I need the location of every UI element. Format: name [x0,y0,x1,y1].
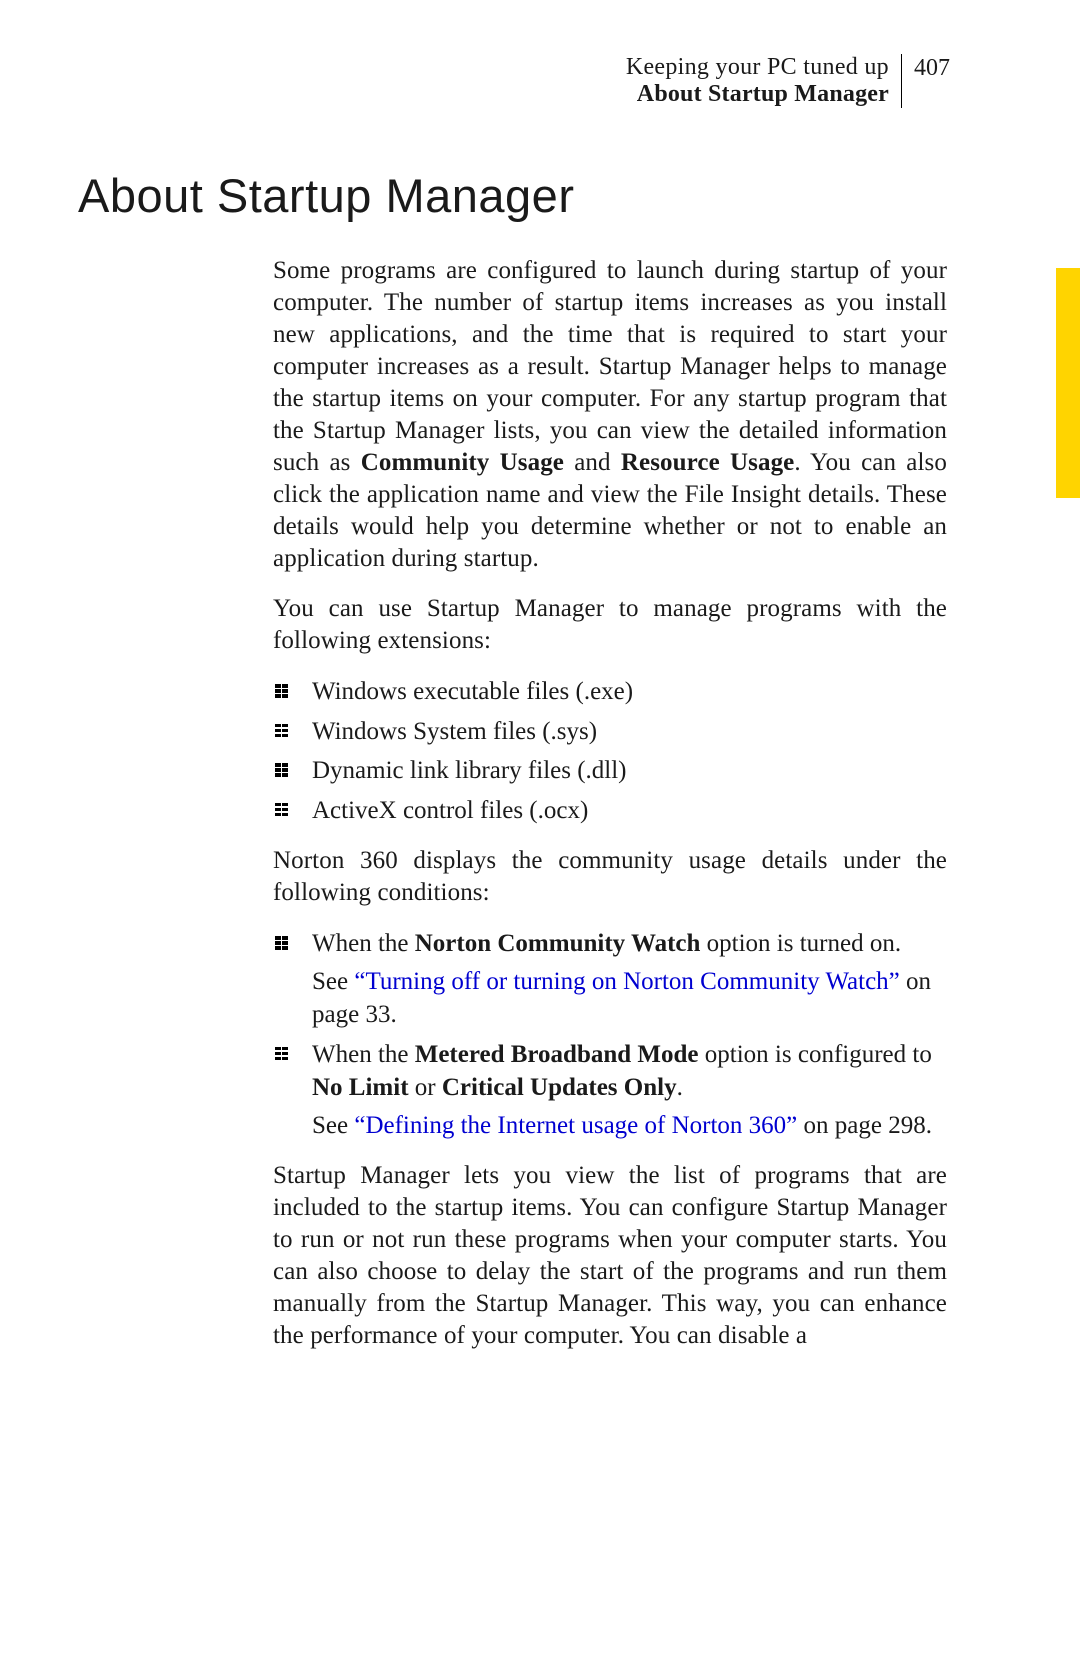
conditions-intro: Norton 360 displays the community usage … [273,845,947,909]
condition-text: When the Norton Community Watch option i… [312,927,947,961]
chapter-tab-marker [1056,268,1080,498]
page-title: About Startup Manager [78,168,1002,223]
list-item: When the Metered Broadband Mode option i… [273,1038,947,1143]
cross-reference: See “Defining the Internet usage of Nort… [312,1109,947,1143]
extensions-intro: You can use Startup Manager to manage pr… [273,593,947,657]
running-head-section: About Startup Manager [626,81,889,108]
condition-text: When the Metered Broadband Mode option i… [312,1038,947,1105]
closing-paragraph: Startup Manager lets you view the list o… [273,1160,947,1352]
bullet-icon [275,684,288,697]
intro-paragraph: Some programs are configured to launch d… [273,255,947,575]
list-item: Dynamic link library files (.dll) [273,754,947,788]
bullet-icon [275,724,288,737]
bullet-icon [275,763,288,776]
running-head-chapter: Keeping your PC tuned up [626,54,889,81]
conditions-list: When the Norton Community Watch option i… [273,927,947,1142]
page-number: 407 [914,54,950,82]
list-item: When the Norton Community Watch option i… [273,927,947,1032]
xref-link[interactable]: “Turning off or turning on Norton Commun… [354,968,899,995]
extensions-list: Windows executable files (.exe) Windows … [273,675,947,827]
xref-link[interactable]: “Defining the Internet usage of Norton 3… [354,1112,797,1139]
bullet-icon [275,936,288,949]
page-header: Keeping your PC tuned up About Startup M… [78,54,1002,108]
bullet-icon [275,803,288,816]
list-item: Windows System files (.sys) [273,715,947,749]
cross-reference: See “Turning off or turning on Norton Co… [312,965,947,1032]
list-item: ActiveX control files (.ocx) [273,794,947,828]
list-item: Windows executable files (.exe) [273,675,947,709]
bullet-icon [275,1047,288,1060]
